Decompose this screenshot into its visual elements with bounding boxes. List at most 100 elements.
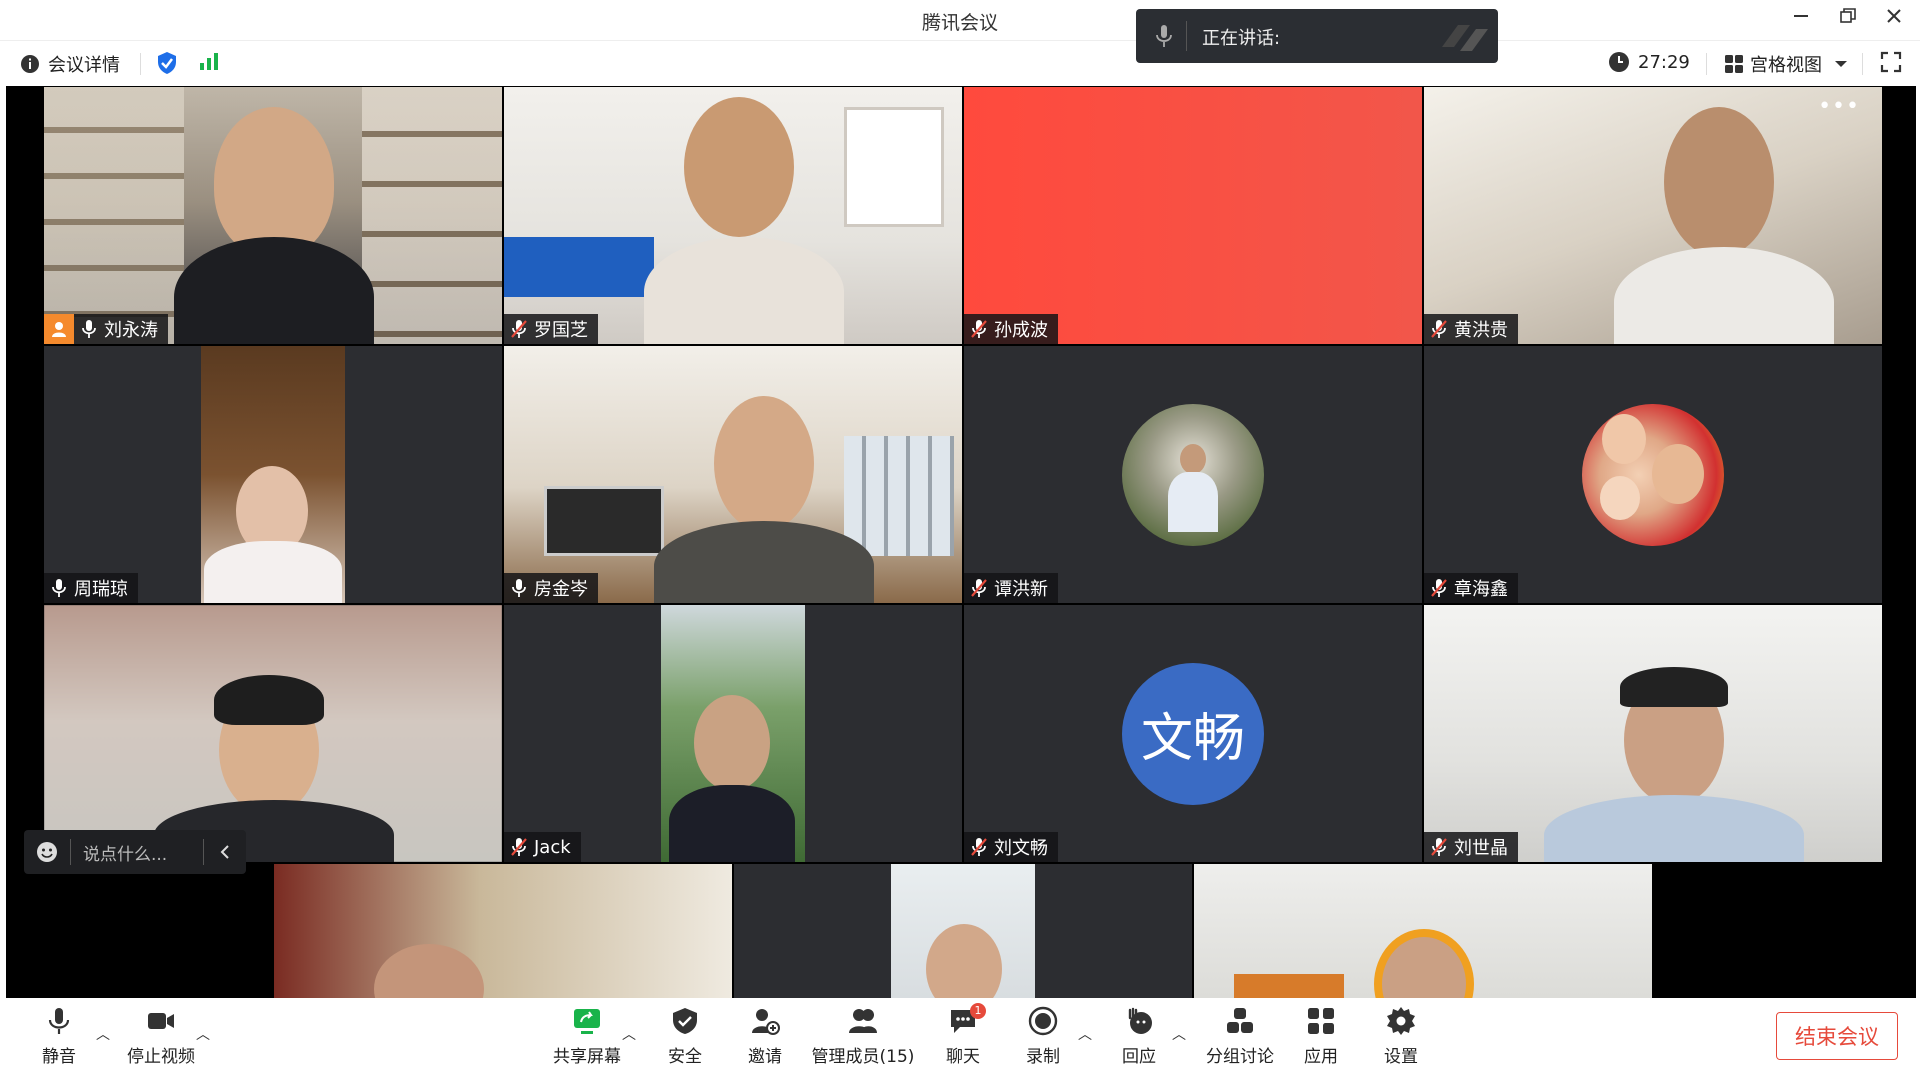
video-tile-participant-9[interactable]: 胡鑫 (44, 605, 502, 862)
gear-icon (1387, 1007, 1415, 1035)
add-user-icon (752, 1009, 780, 1035)
microphone-muted-icon (511, 838, 527, 856)
participant-name: 孙成波 (994, 320, 1048, 341)
video-grid: 刘永涛 罗国芝 孙成波 ••• 黄洪贵 周瑞琼 房金岑 谭洪新 章海鑫 Jack… (6, 86, 1916, 998)
settings-button[interactable]: 设置 (1356, 1006, 1446, 1067)
video-tile-participant-4[interactable]: ••• 黄洪贵 (1424, 87, 1882, 344)
chat-label: 聊天 (946, 1047, 980, 1067)
video-tile-participant-5[interactable]: 周瑞琼 (44, 346, 502, 603)
microphone-muted-icon (1431, 838, 1447, 856)
video-tile-participant-1[interactable]: 刘永涛 (44, 87, 502, 344)
video-tile-participant-8[interactable]: 章海鑫 (1424, 346, 1882, 603)
video-tile-participant-14[interactable] (734, 864, 1192, 998)
window-title: 腾讯会议 (921, 12, 998, 34)
participant-name: 章海鑫 (1454, 579, 1508, 600)
shield-check-icon (158, 52, 176, 74)
mute-options-caret[interactable]: ︿ (96, 1024, 110, 1044)
microphone-icon (512, 579, 526, 597)
participant-name: 周瑞琼 (74, 579, 128, 600)
signal-bars-icon (200, 53, 218, 70)
meeting-timer: 27:29 (1608, 51, 1690, 73)
participant-nametag: 房金岑 (504, 573, 598, 603)
security-button[interactable]: 安全 (640, 1006, 730, 1067)
invite-label: 邀请 (748, 1047, 782, 1067)
microphone-muted-icon (511, 320, 527, 338)
settings-label: 设置 (1384, 1047, 1418, 1067)
microphone-icon (48, 1008, 70, 1034)
emoji-icon[interactable] (36, 841, 58, 863)
mute-button[interactable]: 静音 (14, 1006, 104, 1067)
info-icon (21, 55, 39, 73)
reactions-options-caret[interactable]: ︿ (1172, 1024, 1186, 1044)
participant-name: 黄洪贵 (1454, 320, 1508, 341)
video-options-caret[interactable]: ︿ (196, 1024, 210, 1044)
restore-button[interactable] (1834, 6, 1862, 34)
chevron-left-icon[interactable] (218, 844, 232, 860)
video-tile-participant-15[interactable] (1194, 864, 1652, 998)
close-icon (1887, 9, 1901, 23)
share-screen-label: 共享屏幕 (553, 1047, 621, 1067)
participant-nametag: 孙成波 (964, 314, 1058, 344)
microphone-muted-icon (1431, 320, 1447, 338)
chat-placeholder: 说点什么... (83, 844, 168, 865)
apps-grid-icon (1308, 1008, 1334, 1034)
more-options-icon[interactable]: ••• (1818, 96, 1860, 118)
security-shield-status[interactable] (156, 51, 178, 75)
view-layout-dropdown[interactable]: 宫格视图 (1724, 51, 1848, 77)
participant-name: 罗国芝 (534, 320, 588, 341)
microphone-muted-icon (971, 320, 987, 338)
meeting-details-button[interactable]: 会议详情 (20, 51, 120, 77)
end-meeting-button[interactable]: 结束会议 (1776, 1012, 1898, 1060)
microphone-muted-icon (1431, 579, 1447, 597)
video-tile-participant-6[interactable]: 房金岑 (504, 346, 962, 603)
participant-text-avatar: 文畅 (1122, 662, 1264, 805)
video-tile-participant-12[interactable]: 刘世晶 (1424, 605, 1882, 862)
video-tile-participant-10[interactable]: Jack (504, 605, 962, 862)
close-button[interactable] (1880, 6, 1908, 34)
manage-members-button[interactable]: 管理成员(15) (808, 1006, 918, 1067)
title-bar: 腾讯会议 (0, 0, 1920, 40)
speaking-label: 正在讲话: (1202, 28, 1281, 49)
tencent-meeting-logo-icon (1442, 25, 1488, 51)
share-screen-icon (574, 1009, 600, 1034)
view-label: 宫格视图 (1750, 55, 1822, 76)
reactions-label: 回应 (1122, 1047, 1156, 1067)
microphone-icon (82, 320, 96, 338)
share-screen-button[interactable]: 共享屏幕 (542, 1006, 632, 1067)
reactions-button[interactable]: 回应 (1094, 1006, 1184, 1067)
minimize-button[interactable] (1787, 6, 1815, 34)
participant-name: 刘世晶 (1454, 838, 1508, 859)
share-options-caret[interactable]: ︿ (622, 1024, 636, 1044)
participant-nametag: 黄洪贵 (1424, 314, 1518, 344)
meeting-details-label: 会议详情 (48, 55, 120, 76)
bottom-toolbar: 静音 ︿ 停止视频 ︿ 共享屏幕 ︿ 安全 邀请 管理成员(15) 1 聊天 录… (0, 998, 1920, 1080)
meeting-info-bar: 会议详情 27:29 宫格视图 (0, 40, 1920, 84)
fullscreen-button[interactable] (1880, 51, 1902, 73)
chat-button[interactable]: 1 聊天 (918, 1003, 1008, 1067)
shield-icon (673, 1008, 697, 1034)
video-tile-participant-13[interactable] (274, 864, 732, 998)
chat-unread-badge: 1 (970, 1003, 986, 1019)
participant-avatar-photo (1582, 403, 1724, 546)
video-tile-participant-11[interactable]: 文畅 刘文畅 (964, 605, 1422, 862)
grid-view-icon (1725, 55, 1743, 73)
speaking-indicator: 正在讲话: (1136, 9, 1498, 63)
record-options-caret[interactable]: ︿ (1078, 1024, 1092, 1044)
microphone-muted-icon (971, 838, 987, 856)
video-tile-participant-7[interactable]: 谭洪新 (964, 346, 1422, 603)
raise-hand-icon (1128, 1007, 1152, 1034)
video-tile-participant-2[interactable]: 罗国芝 (504, 87, 962, 344)
participant-name: 刘文畅 (994, 838, 1048, 859)
stop-video-label: 停止视频 (127, 1047, 195, 1067)
breakout-rooms-button[interactable]: 分组讨论 (1190, 1006, 1290, 1067)
network-signal-status[interactable] (198, 51, 220, 71)
video-tile-participant-3[interactable]: 孙成波 (964, 87, 1422, 344)
record-button[interactable]: 录制 (998, 1006, 1088, 1067)
invite-button[interactable]: 邀请 (720, 1006, 810, 1067)
apps-button[interactable]: 应用 (1276, 1006, 1366, 1067)
mute-label: 静音 (42, 1047, 76, 1067)
meeting-time: 27:29 (1638, 51, 1690, 73)
quick-chat-input[interactable]: 说点什么... (24, 830, 246, 874)
stop-video-button[interactable]: 停止视频 (116, 1006, 206, 1067)
participant-nametag: 谭洪新 (964, 573, 1058, 603)
